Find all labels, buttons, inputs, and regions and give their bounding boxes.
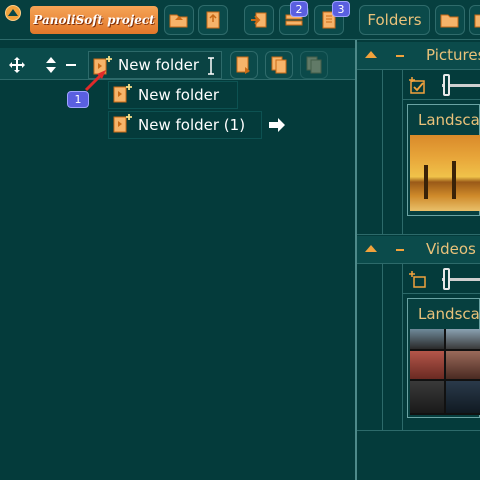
- pictures-card-title: Landscap: [418, 111, 480, 129]
- save-project-button[interactable]: [198, 5, 228, 35]
- videos-title: Videos: [426, 240, 476, 258]
- app-logo: PanoliSoft project: [30, 6, 158, 34]
- toolbar-badge-2: 2: [290, 1, 308, 17]
- collapse-up-icon[interactable]: [5, 5, 21, 21]
- move-to-icon: [236, 56, 250, 74]
- folder-icon: [111, 112, 133, 138]
- paste-button[interactable]: [300, 51, 328, 79]
- tree-item-label: New folder: [138, 86, 220, 104]
- save-project-icon: [206, 11, 220, 29]
- folder-icon: [111, 82, 133, 108]
- autumn-landscape-thumbnail: [410, 135, 480, 211]
- folders-label: Folders: [367, 11, 422, 29]
- open-folder-icon: [169, 14, 188, 28]
- folder-name-input[interactable]: New folder: [118, 56, 199, 74]
- open-folder-button[interactable]: [164, 5, 194, 35]
- pictures-guide-line: [382, 70, 383, 234]
- videos-minus-icon[interactable]: [396, 249, 404, 251]
- folders-extra-button[interactable]: [469, 5, 480, 35]
- videos-divider: [357, 430, 480, 431]
- videos-collapse-icon[interactable]: [365, 245, 377, 253]
- expand-collapse-icon[interactable]: [44, 55, 58, 79]
- right-arrow-icon: [269, 118, 285, 132]
- pictures-divider: [357, 234, 480, 235]
- import-icon: [251, 12, 267, 28]
- pointer-arrow-icon: [84, 70, 106, 92]
- minus-icon[interactable]: [66, 64, 76, 66]
- videos-card-title: Landscap: [418, 305, 480, 323]
- pictures-guide-line-2: [402, 70, 403, 234]
- pictures-slider-thumb[interactable]: [443, 74, 450, 96]
- folder-open-icon: [440, 14, 459, 28]
- videos-guide-line: [382, 264, 383, 430]
- move-to-button[interactable]: [230, 51, 258, 79]
- copy-button[interactable]: [265, 51, 293, 79]
- pictures-title: Pictures: [426, 46, 480, 64]
- folder-icon: [474, 14, 480, 28]
- copy-icon: [271, 56, 287, 74]
- logo-text: PanoliSoft project: [33, 13, 155, 27]
- pictures-collapse-icon[interactable]: [365, 51, 377, 59]
- videos-card[interactable]: Landscap: [407, 298, 480, 418]
- text-cursor-icon: [206, 57, 216, 75]
- move-icon[interactable]: [8, 56, 26, 78]
- pictures-card[interactable]: Landscap: [407, 104, 480, 216]
- videos-slider-thumb[interactable]: [443, 268, 450, 290]
- add-check-icon[interactable]: [408, 76, 428, 96]
- video-thumbnail-grid: [410, 329, 480, 415]
- tree-item-label: New folder (1): [138, 116, 246, 134]
- folders-button[interactable]: Folders: [359, 5, 430, 35]
- pictures-minus-icon[interactable]: [396, 55, 404, 57]
- import-button[interactable]: [244, 5, 274, 35]
- folders-open-button[interactable]: [435, 5, 465, 35]
- toolbar-badge-3: 3: [332, 1, 350, 17]
- tree-item-new-folder-1[interactable]: New folder (1): [108, 111, 262, 139]
- paste-icon: [306, 56, 322, 74]
- add-frame-icon[interactable]: [408, 270, 428, 290]
- videos-guide-line-2: [402, 264, 403, 430]
- tree-item-new-folder[interactable]: New folder: [108, 81, 238, 109]
